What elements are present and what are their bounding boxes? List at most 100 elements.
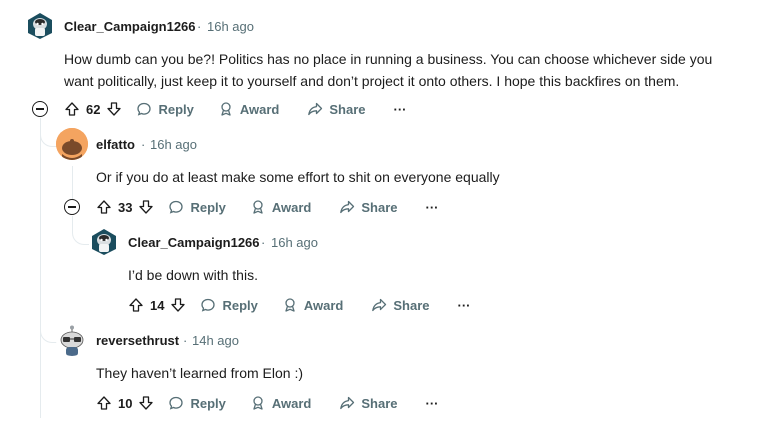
comment-actions: 14 Reply Award Share ··· [128,293,471,317]
minus-icon [36,108,44,110]
meta-separator: · [183,333,188,348]
snoo-avatar-icon [92,229,116,255]
comment-body: How dumb can you be?! Politics has no pl… [64,48,754,92]
comment-body-line: How dumb can you be?! Politics has no pl… [64,51,713,67]
vote-count: 33 [118,199,133,215]
share-icon [308,102,323,116]
share-label: Share [393,297,430,313]
reply-button[interactable]: Reply [168,199,226,215]
award-icon [253,200,263,214]
downvote-icon [139,200,154,214]
reply-label: Reply [158,101,194,117]
meta-separator: · [141,137,146,152]
reply-button[interactable]: Reply [200,297,258,313]
comment-body: They haven’t learned from Elon :) [96,365,303,381]
reply-label: Reply [190,395,226,411]
upvote-button[interactable] [96,395,112,411]
thread-line-elfatto [72,166,73,200]
chat-bubble-icon [169,396,184,410]
comment-body-line: want politically, just keep it to yourse… [64,73,680,89]
more-options-button[interactable]: ··· [426,200,439,215]
upvote-icon [65,102,79,116]
downvote-icon [107,102,122,116]
upvote-icon [97,396,111,410]
upvote-button[interactable] [96,199,112,215]
share-label: Share [361,199,398,215]
vote-count: 10 [118,395,133,411]
more-icon: ··· [393,101,407,117]
award-icon [285,298,295,312]
glasses-snoo-icon [60,325,84,356]
thread-branch-3 [72,216,89,245]
reply-label: Reply [190,199,226,215]
award-button[interactable]: Award [250,199,312,215]
meta-separator: · [197,19,202,34]
downvote-icon [139,396,154,410]
minus-icon [68,206,76,208]
downvote-button[interactable] [138,199,154,215]
reply-label: Reply [222,297,258,313]
chat-bubble-icon [201,298,216,312]
share-icon [340,200,355,214]
more-icon: ··· [425,395,439,411]
award-label: Award [303,297,344,313]
avatar[interactable] [56,324,88,356]
share-icon [372,298,387,312]
snoo-avatar-icon [28,13,52,39]
chat-bubble-icon [169,200,184,214]
thread-branch-4 [40,118,57,343]
comment-author[interactable]: elfatto [96,137,135,152]
more-options-button[interactable]: ··· [458,298,471,313]
comment-timestamp[interactable]: 16h ago [207,19,254,34]
share-button[interactable]: Share [307,101,366,117]
reply-button[interactable]: Reply [168,395,226,411]
downvote-button[interactable] [138,395,154,411]
award-icon [221,102,231,116]
more-icon: ··· [457,297,471,313]
comment-actions: 10 Reply Award Share ··· [96,391,439,415]
share-button[interactable]: Share [339,199,398,215]
upvote-button[interactable] [64,101,80,117]
more-options-button[interactable]: ··· [394,102,407,117]
award-icon [253,396,263,410]
downvote-button[interactable] [170,297,186,313]
comment-timestamp[interactable]: 14h ago [192,333,239,348]
share-label: Share [329,101,366,117]
more-options-button[interactable]: ··· [426,396,439,411]
downvote-button[interactable] [106,101,122,117]
award-button[interactable]: Award [218,101,280,117]
comment-author[interactable]: Clear_Campaign1266 [128,235,260,250]
meta-separator: · [261,235,266,250]
comment-actions: 33 Reply Award Share ··· [96,195,439,219]
vote-count: 14 [150,297,165,313]
upvote-icon [97,200,111,214]
comment-timestamp[interactable]: 16h ago [271,235,318,250]
vote-count: 62 [86,101,101,117]
share-icon [340,396,355,410]
default-snoo-icon [56,128,88,160]
award-label: Award [239,101,280,117]
avatar[interactable] [90,228,118,256]
chat-bubble-icon [137,102,152,116]
award-button[interactable]: Award [250,395,312,411]
downvote-icon [171,298,186,312]
avatar[interactable] [26,12,54,40]
comment-author[interactable]: Clear_Campaign1266 [64,19,196,34]
share-button[interactable]: Share [371,297,430,313]
award-label: Award [271,395,312,411]
upvote-button[interactable] [128,297,144,313]
award-button[interactable]: Award [282,297,344,313]
comment-author[interactable]: reversethrust [96,333,179,348]
reply-button[interactable]: Reply [136,101,194,117]
comment-timestamp[interactable]: 16h ago [150,137,197,152]
collapse-thread-button[interactable] [64,199,80,215]
comment-body: Or if you do at least make some effort t… [96,169,500,185]
more-icon: ··· [425,199,439,215]
comment-actions: 62 Reply Award Share ··· [64,97,407,121]
collapse-thread-button[interactable] [32,101,48,117]
share-button[interactable]: Share [339,395,398,411]
upvote-icon [129,298,143,312]
share-label: Share [361,395,398,411]
award-label: Award [271,199,312,215]
avatar[interactable] [56,128,88,160]
